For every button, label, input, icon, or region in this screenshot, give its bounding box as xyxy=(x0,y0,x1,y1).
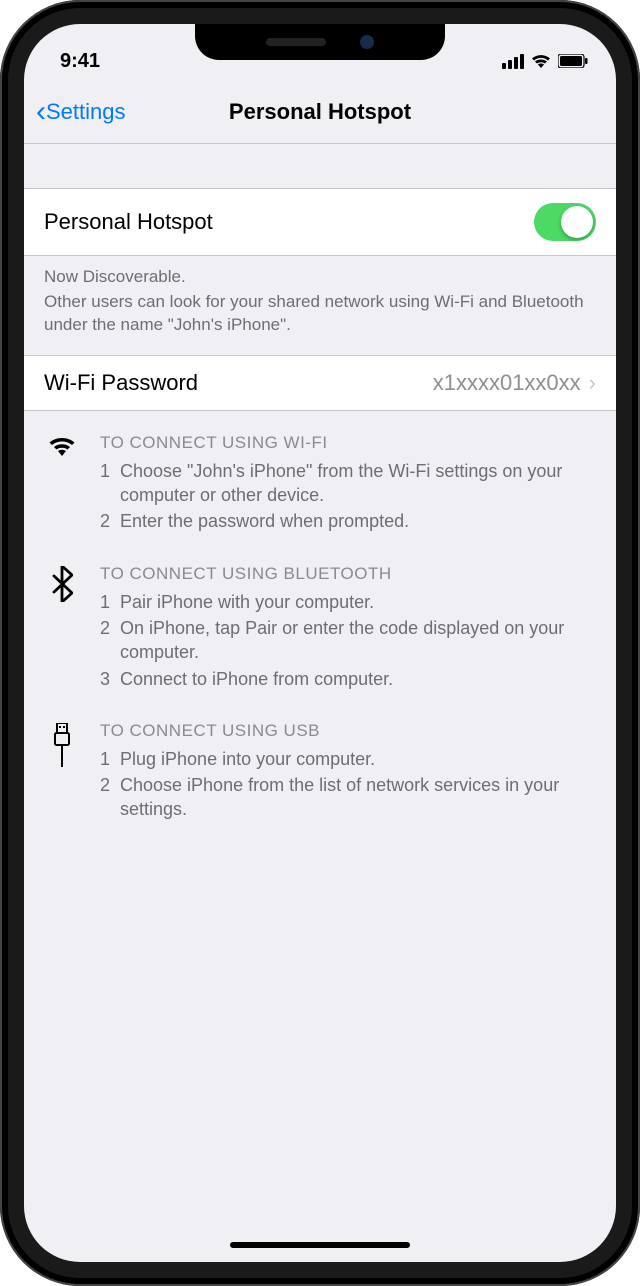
wifi-step-2: 2Enter the password when prompted. xyxy=(100,509,596,533)
status-time: 9:41 xyxy=(60,50,100,73)
discoverable-line2: Other users can look for your shared net… xyxy=(44,291,596,337)
wifi-password-row[interactable]: Wi-Fi Password x1xxxx01xx0xx › xyxy=(24,355,616,411)
usb-icon xyxy=(44,721,80,824)
device-frame: 9:41 ‹ Settings Personal Hotspot Persona… xyxy=(0,0,640,1286)
connect-bluetooth-header: TO CONNECT USING BLUETOOTH xyxy=(100,564,596,584)
bluetooth-icon xyxy=(44,564,80,693)
wifi-password-value: x1xxxx01xx0xx xyxy=(433,370,581,396)
section-spacer xyxy=(24,144,616,188)
wifi-step-1: 1Choose "John's iPhone" from the Wi-Fi s… xyxy=(100,459,596,508)
connect-bluetooth-section: TO CONNECT USING BLUETOOTH 1Pair iPhone … xyxy=(24,542,616,699)
hotspot-toggle-label: Personal Hotspot xyxy=(44,209,213,235)
home-indicator[interactable] xyxy=(230,1242,410,1248)
back-label: Settings xyxy=(46,99,126,125)
hotspot-toggle-switch[interactable] xyxy=(534,203,596,241)
bt-step-1: 1Pair iPhone with your computer. xyxy=(100,590,596,614)
hotspot-toggle-row[interactable]: Personal Hotspot xyxy=(24,188,616,256)
connect-wifi-section: TO CONNECT USING WI-FI 1Choose "John's i… xyxy=(24,411,616,542)
wifi-icon xyxy=(44,433,80,536)
wifi-status-icon xyxy=(530,53,552,69)
bt-step-2: 2On iPhone, tap Pair or enter the code d… xyxy=(100,616,596,665)
notch xyxy=(195,24,445,60)
battery-icon xyxy=(558,54,588,68)
back-button[interactable]: ‹ Settings xyxy=(30,97,132,127)
chevron-right-icon: › xyxy=(589,370,596,396)
cellular-signal-icon xyxy=(502,54,524,69)
discoverable-line1: Now Discoverable. xyxy=(44,266,596,289)
wifi-password-label: Wi-Fi Password xyxy=(44,370,198,396)
usb-step-2: 2Choose iPhone from the list of network … xyxy=(100,773,596,822)
bt-step-3: 3Connect to iPhone from computer. xyxy=(100,667,596,691)
nav-bar: ‹ Settings Personal Hotspot xyxy=(24,80,616,144)
screen: 9:41 ‹ Settings Personal Hotspot Persona… xyxy=(24,24,616,1262)
chevron-left-icon: ‹ xyxy=(36,97,46,127)
discoverable-note: Now Discoverable. Other users can look f… xyxy=(24,256,616,355)
connect-usb-header: TO CONNECT USING USB xyxy=(100,721,596,741)
connect-wifi-header: TO CONNECT USING WI-FI xyxy=(100,433,596,453)
usb-step-1: 1Plug iPhone into your computer. xyxy=(100,747,596,771)
toggle-knob xyxy=(561,206,593,238)
connect-usb-section: TO CONNECT USING USB 1Plug iPhone into y… xyxy=(24,699,616,830)
page-title: Personal Hotspot xyxy=(229,99,411,125)
